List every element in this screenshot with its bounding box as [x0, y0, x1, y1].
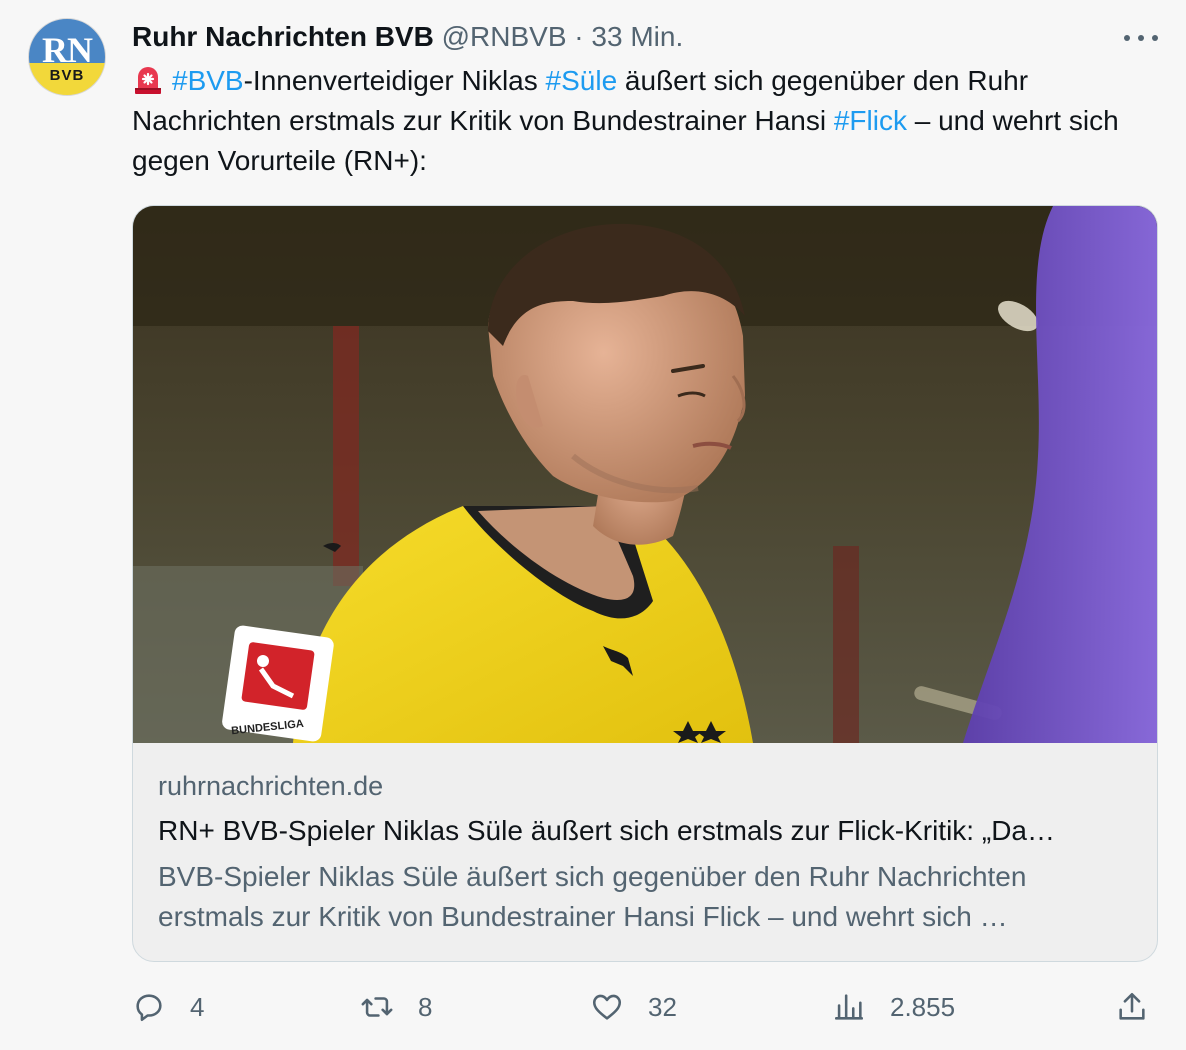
tweet-timestamp[interactable]: 33 Min.: [591, 21, 683, 52]
retweet-button[interactable]: 8: [360, 985, 432, 1029]
more-dot-icon: [1124, 35, 1130, 41]
share-button[interactable]: [1115, 985, 1173, 1029]
avatar-logo-text: RN: [42, 30, 93, 70]
more-dot-icon: [1152, 35, 1158, 41]
header-separator: ·: [574, 21, 584, 52]
more-dot-icon: [1138, 35, 1144, 41]
tweet-actions: 4 8 32 2.855: [132, 985, 1162, 1029]
player-photo: BUNDESLIGA: [133, 206, 1157, 743]
link-preview-card[interactable]: BUNDESLIGA ruhrnachrichten.de RN+ BVB-Sp…: [132, 205, 1158, 962]
views-button[interactable]: 2.855: [832, 985, 955, 1029]
tweet-header: Ruhr Nachrichten BVB @RNBVB · 33 Min.: [132, 20, 683, 54]
reply-button[interactable]: 4: [132, 985, 204, 1029]
card-domain: ruhrnachrichten.de: [158, 771, 384, 801]
card-description: BVB-Spieler Niklas Süle äußert sich gege…: [158, 861, 1027, 932]
reply-icon: [136, 994, 162, 1022]
card-image[interactable]: BUNDESLIGA: [133, 206, 1157, 743]
retweet-icon: [361, 997, 393, 1017]
hashtag-flick[interactable]: #Flick: [834, 105, 907, 136]
more-options-button[interactable]: [1124, 26, 1158, 50]
reply-count: 4: [190, 991, 205, 1022]
like-button[interactable]: 32: [590, 985, 677, 1029]
avatar-logo-subtext: BVB: [49, 67, 85, 84]
siren-icon: [135, 67, 161, 94]
heart-icon: [592, 994, 622, 1020]
hashtag-suele[interactable]: #Süle: [546, 65, 618, 96]
tweet-text-part: -Innenverteidiger Niklas: [243, 65, 546, 96]
author-name[interactable]: Ruhr Nachrichten BVB: [132, 21, 434, 52]
retweet-count: 8: [418, 991, 433, 1022]
tweet-text: #BVB-Innenverteidiger Niklas #Süle äußer…: [132, 61, 1172, 181]
author-handle[interactable]: @RNBVB: [442, 21, 567, 52]
card-title: RN+ BVB-Spieler Niklas Süle äußert sich …: [158, 815, 1055, 846]
share-icon: [1119, 992, 1145, 1020]
like-count: 32: [648, 991, 677, 1022]
avatar[interactable]: RN BVB: [28, 18, 106, 96]
views-count: 2.855: [890, 991, 956, 1022]
views-icon: [834, 994, 864, 1020]
hashtag-bvb[interactable]: #BVB: [172, 65, 244, 96]
